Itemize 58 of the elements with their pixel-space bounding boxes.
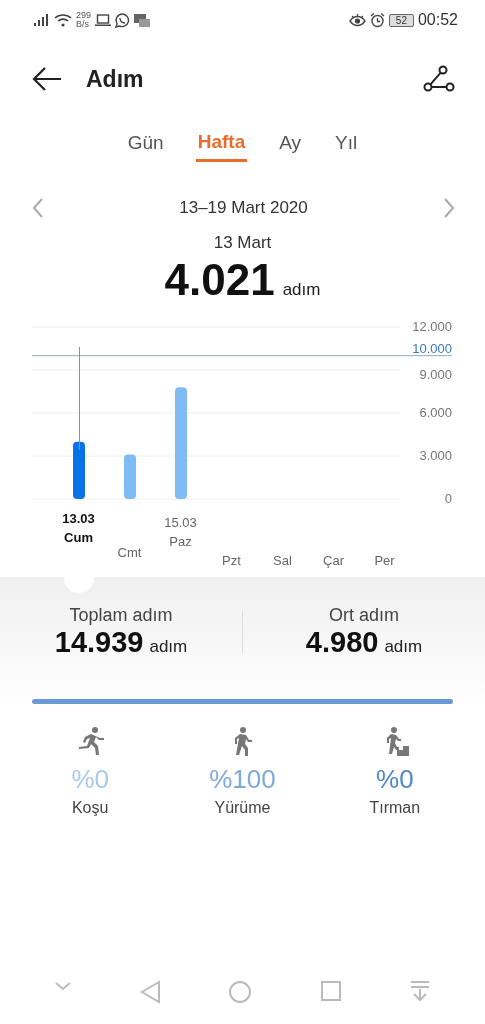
activity-label: Yürüme [214, 799, 271, 817]
period-tab[interactable]: Ay [277, 130, 304, 162]
period-tab[interactable]: Gün [125, 130, 166, 162]
back-arrow-icon [32, 67, 62, 91]
day-date: 13.03 [62, 510, 95, 528]
chat-icon [115, 12, 131, 28]
axis-tick-label: 3.000 [419, 448, 452, 463]
signal-icon [34, 14, 50, 26]
clock-time: 00:52 [417, 11, 458, 29]
day-label: Çar [323, 552, 344, 570]
date-range: 13–19 Mart 2020 [179, 198, 308, 218]
activity-percent: %100 [209, 764, 276, 795]
activity-percent: %0 [376, 764, 414, 795]
chart-bar[interactable] [73, 441, 85, 499]
activity-label: Koşu [71, 799, 109, 817]
back-icon[interactable] [139, 980, 162, 1004]
stat-label: Ort adım [329, 605, 399, 626]
home-icon[interactable] [228, 980, 253, 1004]
axis-tick-label: 6.000 [419, 405, 452, 420]
network-speed-value: 299 [76, 11, 92, 20]
wifi-icon [54, 13, 72, 27]
next-icon[interactable] [443, 198, 455, 218]
selected-date: 13 Mart [212, 233, 273, 253]
day-label: Pzt [222, 552, 241, 570]
step-count: 4.021 [164, 255, 275, 305]
stat-value: 14.939 [54, 626, 144, 659]
chevron-down-icon[interactable] [53, 980, 72, 992]
stat-label: Toplam adım [69, 605, 173, 626]
day-label: Cum [64, 529, 93, 547]
stat-unit: adım [384, 637, 423, 657]
day-date: 15.03 [164, 514, 197, 532]
axis-tick-label: 9.000 [419, 367, 452, 382]
step-unit: adım [282, 280, 321, 300]
day-label: Per [374, 552, 395, 570]
message-icon [134, 13, 151, 27]
page-title: Adım [86, 65, 145, 93]
activity-percent: %0 [71, 764, 109, 795]
day-label: Cmt [117, 544, 142, 562]
previous-icon[interactable] [32, 198, 44, 218]
battery-level: 52 [388, 13, 414, 27]
back-button[interactable] [32, 67, 62, 91]
axis-tick-label: 0 [444, 491, 452, 506]
axis-tick-label: 12.000 [412, 319, 452, 334]
laptop-icon [95, 14, 112, 26]
activity-label: Tırman [369, 799, 421, 817]
chart-bar[interactable] [124, 454, 136, 499]
eye-icon [348, 13, 366, 27]
route-icon[interactable] [423, 65, 455, 93]
goal-label: 10.000 [412, 340, 452, 356]
stat-value: 4.980 [305, 626, 379, 659]
recents-icon[interactable] [319, 980, 342, 1002]
network-speed-unit: B/s [76, 20, 90, 29]
period-tab[interactable]: Yıl [333, 130, 360, 162]
notification-pull-icon[interactable] [409, 980, 432, 1002]
alarm-icon [369, 12, 385, 28]
stat-unit: adım [149, 637, 188, 657]
day-label: Paz [169, 533, 192, 551]
day-label: Sal [273, 552, 292, 570]
